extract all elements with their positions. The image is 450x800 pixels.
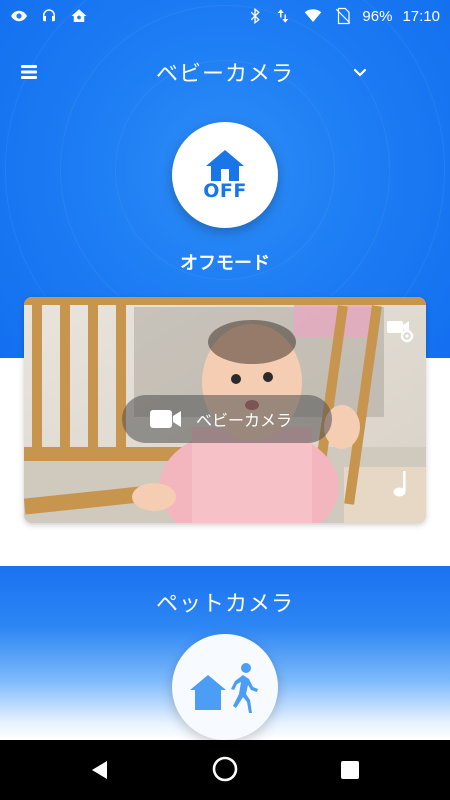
chevron-down-icon xyxy=(353,68,367,77)
bluetooth-icon xyxy=(251,7,261,25)
camera-select-dropdown[interactable] xyxy=(346,58,374,86)
wifi-icon xyxy=(305,9,322,22)
clock: 17:10 xyxy=(402,7,440,25)
recent-apps-icon[interactable] xyxy=(340,760,360,780)
camera-settings-button[interactable] xyxy=(386,317,416,345)
mode-badge: OFF xyxy=(203,180,247,202)
camera-preview-card[interactable]: ベビーカメラ xyxy=(24,297,426,523)
camera-settings-icon xyxy=(387,321,414,343)
home-icon xyxy=(206,150,244,181)
video-camera-icon xyxy=(150,410,181,428)
headset-icon xyxy=(43,9,55,22)
home-nav-icon[interactable] xyxy=(212,756,238,782)
home-status-icon xyxy=(71,9,87,22)
eye-icon xyxy=(11,10,27,22)
status-bar: 96% 17:10 xyxy=(0,0,450,32)
camera-view-label: ベビーカメラ xyxy=(196,411,293,430)
pet-camera-section: ペットカメラ xyxy=(0,566,450,740)
camera-view-button[interactable]: ベビーカメラ xyxy=(122,395,332,443)
system-nav-bar xyxy=(0,740,450,800)
mode-toggle-button[interactable]: OFF xyxy=(172,122,278,228)
music-note-icon xyxy=(393,471,406,497)
app-bar: ベビーカメラ xyxy=(0,48,450,96)
pet-camera-title: ペットカメラ xyxy=(155,592,294,617)
mode-label: オフモード xyxy=(180,253,270,274)
no-sim-icon xyxy=(336,7,351,25)
battery-percent: 96% xyxy=(362,7,393,25)
pet-mode-toggle-button[interactable] xyxy=(172,634,278,740)
lullaby-button[interactable] xyxy=(390,469,412,499)
app-title: ベビーカメラ xyxy=(155,62,294,87)
home-away-icon xyxy=(190,663,258,713)
back-icon[interactable] xyxy=(88,758,112,782)
data-arrows-icon xyxy=(278,9,289,23)
